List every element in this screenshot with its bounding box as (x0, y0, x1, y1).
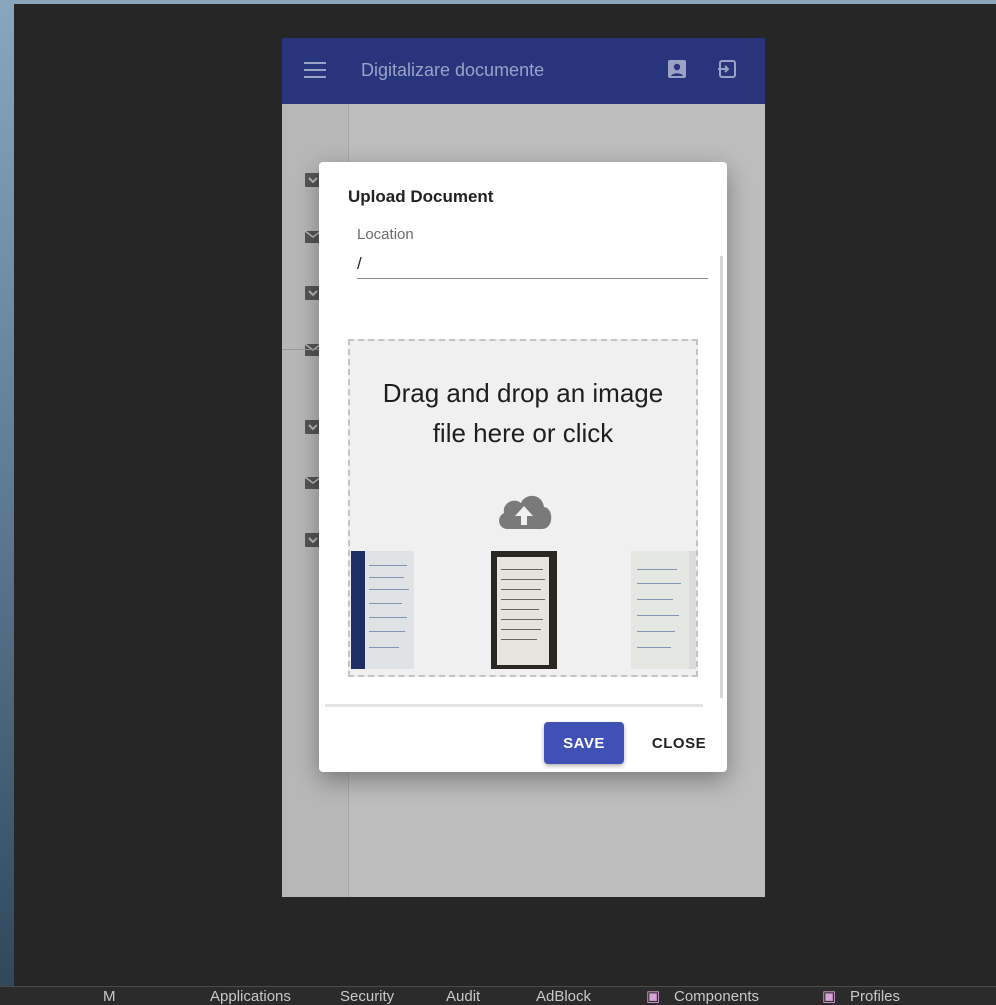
taskbar-item[interactable]: M (103, 988, 116, 1005)
taskbar-item[interactable]: Components (674, 988, 759, 1005)
app-title: Digitalizare documente (361, 60, 545, 80)
dropzone-text-line2: file here or click (432, 418, 614, 448)
dialog-title: Upload Document (348, 187, 494, 206)
taskbar-item[interactable]: Security (340, 988, 394, 1005)
taskbar-item[interactable]: Profiles (850, 988, 900, 1005)
exit-icon[interactable] (717, 58, 737, 80)
dropzone-text: Drag and drop an image file here or clic… (350, 373, 696, 453)
account-box-icon[interactable] (667, 58, 687, 80)
document-thumbnail-2[interactable] (491, 551, 557, 669)
taskbar: M Applications Security Audit AdBlock ▣ … (0, 986, 996, 1005)
image-dropzone[interactable]: Drag and drop an image file here or clic… (348, 339, 698, 677)
menu-icon[interactable] (304, 62, 326, 80)
extension-icon: ▣ (646, 988, 661, 1005)
close-button[interactable]: CLOSE (641, 722, 717, 764)
app-bar: Digitalizare documente (282, 38, 765, 104)
taskbar-item[interactable]: Applications (210, 988, 291, 1005)
document-thumbnail-1[interactable] (351, 551, 414, 669)
location-label: Location (357, 226, 414, 243)
taskbar-item[interactable]: AdBlock (536, 988, 591, 1005)
extension-icon: ▣ (822, 988, 837, 1005)
dialog-scrollbar[interactable] (720, 256, 723, 698)
cloud-upload-icon (499, 495, 552, 529)
dialog-divider (325, 704, 703, 707)
save-button[interactable]: SAVE (544, 722, 624, 764)
upload-dialog: Upload Document Location Drag and drop a… (319, 162, 727, 772)
taskbar-item[interactable]: Audit (446, 988, 480, 1005)
document-thumbnail-3[interactable] (631, 551, 696, 669)
dropzone-text-line1: Drag and drop an image (382, 378, 664, 408)
location-input[interactable] (357, 250, 708, 279)
